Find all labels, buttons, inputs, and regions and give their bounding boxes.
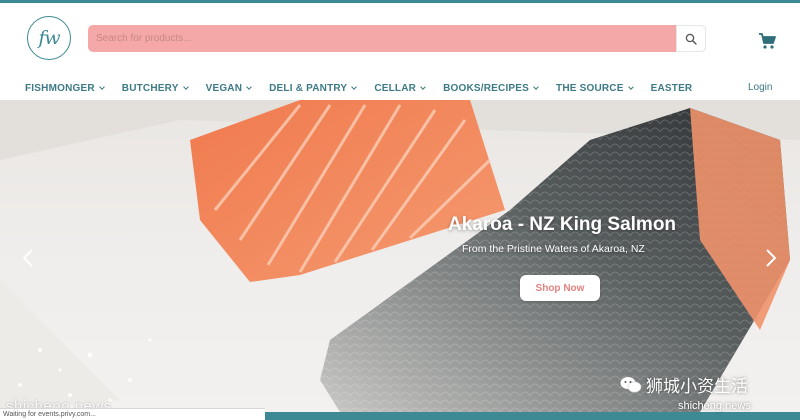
nav-item-label: VEGAN [205,82,243,94]
watermark-url: shicheng.news [678,400,751,412]
chevron-down-icon [98,83,105,90]
cart-icon[interactable] [758,32,776,50]
chevron-down-icon [246,83,252,90]
bottom-accent-bar [265,412,800,420]
salmon-hero-image [0,100,800,412]
hero-subtitle: From the Pristine Waters of Akaroa, NZ [462,243,645,255]
nav-item-books-recipes[interactable]: BOOKS/RECIPES [443,82,539,94]
search-button[interactable] [676,25,706,52]
search-icon [685,33,697,45]
chevron-down-icon [627,83,634,90]
nav-item-label: EASTER [650,82,693,94]
search-bar [88,25,706,52]
hero-slider: Akaroa - NZ King Salmon From the Pristin… [0,100,800,412]
nav-item-the-source[interactable]: THE SOURCE [556,82,634,94]
shop-now-button[interactable]: Shop Now [520,275,600,301]
chevron-down-icon [351,83,358,90]
wechat-icon [620,376,642,392]
nav-item-deli-pantry[interactable]: DELI & PANTRY [269,82,358,94]
nav-item-cellar[interactable]: CELLAR [374,82,426,94]
chevron-right-icon[interactable] [765,248,777,268]
chevron-down-icon [420,83,426,90]
site-header: fw FISHMONGER BUTCHERY VEGAN DEL [0,3,800,100]
search-input[interactable] [88,25,673,52]
nav-item-easter[interactable]: EASTER [651,83,693,94]
browser-status-bar: Waiting for events.privy.com... [0,408,265,420]
nav-item-fishmonger[interactable]: FISHMONGER [25,82,105,94]
watermark-right-text: 狮城小资生活 [646,377,748,397]
nav-item-label: THE SOURCE [556,82,624,94]
nav-item-label: FISHMONGER [25,82,95,94]
chevron-down-icon [182,83,189,90]
chevron-down-icon [533,83,539,90]
site-logo[interactable]: fw [27,16,71,60]
nav-item-vegan[interactable]: VEGAN [206,83,252,94]
watermark-right: 狮城小资生活 [620,372,748,397]
nav-item-label: DELI & PANTRY [269,82,348,94]
nav-item-label: CELLAR [374,82,417,94]
hero-title: Akaroa - NZ King Salmon [448,214,677,235]
chevron-left-icon[interactable] [22,248,34,268]
nav-item-label: BUTCHERY [121,82,179,94]
nav-item-label: BOOKS/RECIPES [443,82,530,94]
nav-item-butchery[interactable]: BUTCHERY [121,82,189,94]
login-link[interactable]: Login [748,82,772,93]
logo-text: fw [38,27,60,49]
main-nav: FISHMONGER BUTCHERY VEGAN DELI & PANTRY … [25,81,710,95]
